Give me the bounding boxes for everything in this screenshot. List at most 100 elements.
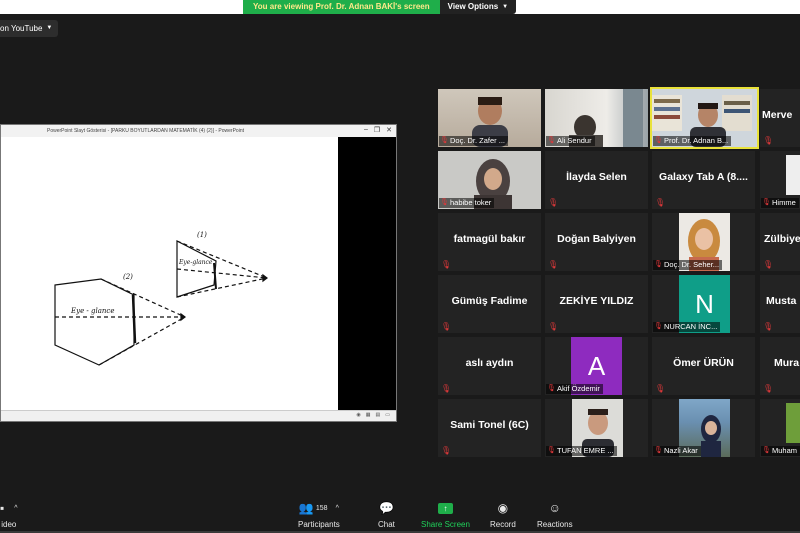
slide-black-area — [338, 137, 396, 411]
reactions-label: Reactions — [537, 520, 573, 529]
chevron-down-icon: ▼ — [502, 4, 509, 10]
participant-name-tag: 🎙 Doç. Dr. Seher... — [653, 260, 723, 270]
mic-muted-icon: 🎙 — [655, 384, 666, 393]
participant-tile-active-speaker[interactable]: 🎙 Prof. Dr. Adnan B... — [650, 87, 759, 149]
viewing-message: You are viewing Prof. Dr. Adnan BAKİ's s… — [243, 0, 440, 14]
reactions-icon: ☺ — [548, 501, 561, 515]
participant-tile[interactable]: Mura 🎙 — [760, 337, 800, 395]
participant-name: Galaxy Tab A (8.... — [659, 171, 748, 183]
ppt-title: PowerPoint Slayt Gösterisi - [PARKU BOYU… — [47, 128, 244, 134]
participant-name: Doğan Balyiyen — [557, 233, 636, 245]
participant-tile[interactable]: 🎙 Doç. Dr. Zafer ... — [438, 89, 541, 147]
participants-button[interactable]: 👥 158 ^ Participants — [298, 500, 340, 529]
participant-tile[interactable]: Doğan Balyiyen 🎙 — [545, 213, 648, 271]
participant-name-tag: 🎙 TUFAN EMRE ... — [546, 446, 617, 456]
video-button[interactable]: ▪ ^ ideo — [0, 500, 18, 529]
participant-tile[interactable]: Merve 🎙 — [760, 89, 800, 147]
participant-tile[interactable]: fatmagül bakır 🎙 — [438, 213, 541, 271]
participant-name-tag: 🎙 Muham — [761, 446, 800, 456]
slideshow-icon: ▭ — [385, 412, 390, 418]
participant-name-tag: 🎙 Doç. Dr. Zafer ... — [439, 136, 509, 146]
participant-name-tag: 🎙 Akif Özdemir — [546, 384, 603, 394]
participant-tile[interactable]: 🎙 habibe toker — [438, 151, 541, 209]
participant-tile[interactable]: Sami Tonel (6C) 🎙 — [438, 399, 541, 457]
mic-muted-icon: 🎙 — [763, 136, 774, 145]
participant-tile[interactable]: Gümüş Fadime 🎙 — [438, 275, 541, 333]
chat-label: Chat — [378, 520, 395, 529]
chevron-up-icon: ^ — [335, 504, 339, 512]
status-controls: ◉ ▦ ▤ ▭ — [356, 412, 390, 418]
participant-tile[interactable]: 🎙 TUFAN EMRE ... — [545, 399, 648, 457]
chat-icon: 💬 — [378, 501, 394, 515]
participant-tile[interactable]: 🎙 Nazli Akar — [652, 399, 755, 457]
minimize-icon: – — [363, 126, 368, 133]
participant-name: Gümüş Fadime — [451, 295, 528, 307]
window-controls: – ❐ ✕ — [364, 126, 392, 134]
fig2-pentagon — [54, 278, 135, 366]
participant-tile[interactable]: N 🎙 NURCAN İNC... — [652, 275, 755, 333]
participant-name-tag: 🎙 Prof. Dr. Adnan B... — [653, 136, 732, 146]
participant-tile[interactable]: 🎙 Doç. Dr. Seher... — [652, 213, 755, 271]
mic-muted-icon: 🎙 — [762, 199, 771, 206]
participant-tile[interactable]: Zülbiye 🎙 — [760, 213, 800, 271]
fig2-label: (2) — [123, 273, 133, 281]
shared-screen: PowerPoint Slayt Gösterisi - [PARKU BOYU… — [0, 124, 397, 422]
video-feed — [786, 403, 800, 443]
mic-muted-icon: 🎙 — [763, 322, 774, 331]
participant-tile[interactable]: 🎙 Muham — [760, 399, 800, 457]
participant-name: İlayda Selen — [566, 171, 627, 183]
record-label: Record — [490, 520, 516, 529]
chevron-down-icon: ▼ — [46, 25, 53, 31]
participant-tile[interactable]: aslı aydın 🎙 — [438, 337, 541, 395]
participant-tile[interactable]: Galaxy Tab A (8.... 🎙 — [652, 151, 755, 209]
mic-muted-icon: 🎙 — [547, 137, 556, 144]
mic-muted-icon: 🎙 — [763, 384, 774, 393]
mic-muted-icon: 🎙 — [548, 260, 559, 269]
video-icon: ▪ ^ — [0, 501, 18, 515]
video-label: ideo — [1, 520, 17, 529]
participant-tile[interactable]: A 🎙 Akif Özdemir — [545, 337, 648, 395]
chevron-up-icon: ^ — [14, 504, 18, 512]
mic-muted-icon: 🎙 — [547, 385, 556, 392]
participant-name: aslı aydın — [465, 357, 514, 369]
participant-name-tag: 🎙 Nazli Akar — [653, 446, 701, 456]
record-button[interactable]: ◉ Record — [490, 500, 516, 529]
mic-muted-icon: 🎙 — [440, 199, 449, 206]
participant-name-tag: 🎙 Himme — [761, 198, 799, 208]
mic-muted-icon: 🎙 — [441, 384, 452, 393]
mic-muted-icon: 🎙 — [654, 447, 663, 454]
share-screen-icon: ↑ — [437, 500, 453, 516]
restore-icon: ❐ — [373, 127, 381, 134]
participant-name-tag: 🎙 NURCAN İNC... — [653, 322, 721, 332]
chat-button[interactable]: 💬 Chat — [378, 500, 395, 529]
participants-label: Participants — [298, 520, 340, 529]
mic-muted-icon: 🎙 — [655, 198, 666, 207]
participant-tile[interactable]: Musta 🎙 — [760, 275, 800, 333]
view-options-button[interactable]: View Options ▼ — [439, 0, 517, 14]
participant-tile[interactable]: 🎙 Ali Sendur — [545, 89, 648, 147]
participant-tile[interactable]: Ömer ÜRÜN 🎙 — [652, 337, 755, 395]
mic-muted-icon: 🎙 — [762, 447, 771, 454]
mic-muted-icon: 🎙 — [441, 446, 452, 455]
reactions-button[interactable]: ☺ Reactions — [537, 500, 573, 529]
share-screen-label: Share Screen — [421, 520, 470, 529]
live-stream-label: on YouTube — [0, 24, 43, 33]
close-icon: ✕ — [386, 127, 392, 134]
participant-name: fatmagül bakır — [453, 233, 526, 245]
reading-view-icon: ▤ — [375, 412, 381, 418]
fig1-label: (1) — [197, 231, 207, 239]
participant-tile[interactable]: ZEKİYE YILDIZ 🎙 — [545, 275, 648, 333]
participant-name-tag: 🎙 habibe toker — [439, 198, 495, 208]
record-icon: ◉ — [497, 501, 509, 515]
mic-muted-icon: 🎙 — [763, 260, 774, 269]
sorter-view-icon: ▦ — [365, 412, 371, 418]
mic-muted-icon: 🎙 — [440, 137, 449, 144]
share-screen-button[interactable]: ↑ Share Screen — [421, 500, 470, 529]
slide-canvas: (1) (2) Eye-glance Eye - glance — [1, 137, 338, 411]
participants-icon: 👥 158 ^ — [298, 501, 339, 515]
participant-tile[interactable]: 🎙 Himme — [760, 151, 800, 209]
participant-name: ZEKİYE YILDIZ — [559, 295, 634, 307]
live-stream-indicator[interactable]: on YouTube ▼ — [0, 20, 59, 37]
eye-glance-label-2: Eye - glance — [70, 307, 115, 315]
participant-tile[interactable]: İlayda Selen 🎙 — [545, 151, 648, 209]
